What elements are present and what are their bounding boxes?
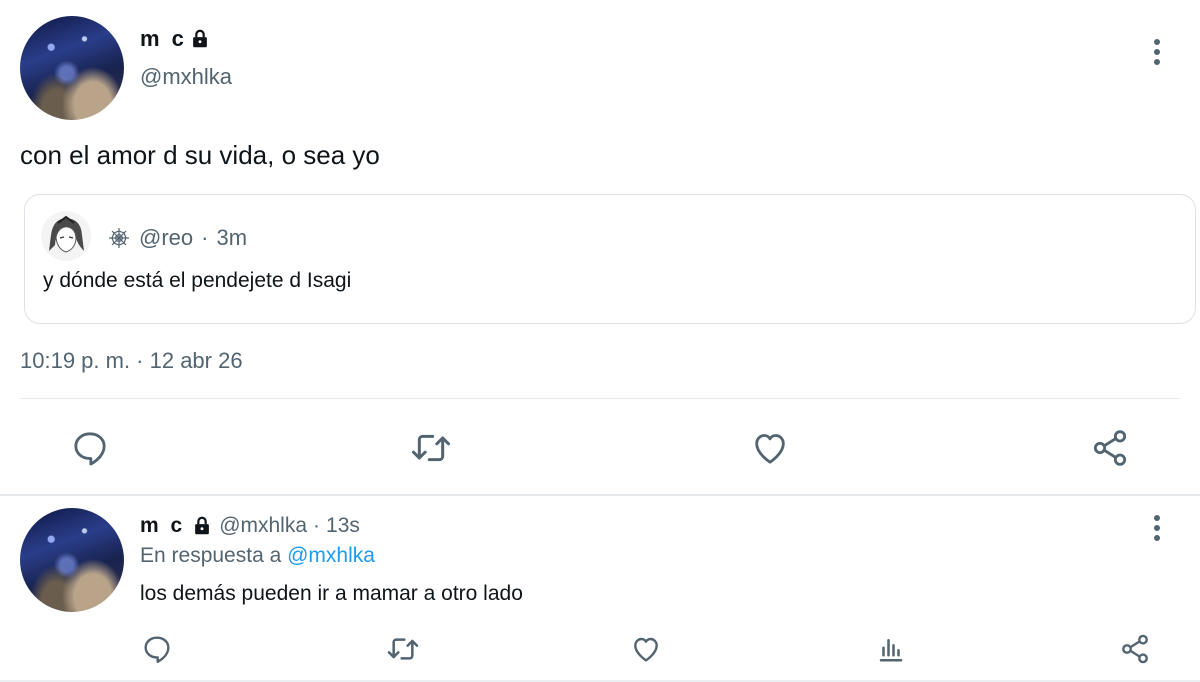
retweet-icon (387, 638, 419, 660)
divider (20, 398, 1180, 399)
reply-mention-link[interactable]: @mxhlka (287, 544, 375, 567)
reply-context: En respuesta a @mxhlka (140, 544, 375, 568)
share-button[interactable] (1118, 632, 1152, 666)
share-button[interactable] (1088, 426, 1132, 470)
retweet-button[interactable] (407, 426, 455, 470)
reply-icon (144, 636, 170, 663)
tweet-age: 13s (326, 514, 360, 537)
tweet-text: con el amor d su vida, o sea yo (20, 140, 380, 170)
avatar[interactable] (20, 508, 124, 612)
quote-meta: @reo · 3m (107, 225, 247, 251)
separator: · (313, 514, 321, 537)
handle[interactable]: @mxhlka (219, 514, 307, 538)
reply-icon (74, 432, 106, 466)
quote-text: y dónde está el pendejete d Isagi (43, 269, 352, 292)
handle[interactable]: @mxhlka (140, 64, 232, 90)
quote-age: 3m (216, 225, 248, 250)
section-separator (0, 494, 1200, 496)
tweet-timestamp[interactable]: 10:19 p. m. · 12 abr 26 (20, 348, 243, 374)
more-options-icon[interactable] (1153, 514, 1161, 542)
retweet-button[interactable] (384, 632, 422, 666)
share-icon (1093, 430, 1127, 466)
avatar[interactable] (20, 16, 124, 120)
reply-button[interactable] (140, 632, 174, 666)
like-button[interactable] (629, 632, 663, 666)
spider-web-icon (109, 228, 129, 248)
retweet-icon (412, 434, 450, 462)
reply-header: m c @mxhlka · 13s (140, 514, 360, 538)
separator: · (201, 225, 209, 250)
like-button[interactable] (748, 426, 792, 470)
display-name[interactable]: m c (140, 26, 211, 52)
quote-avatar (41, 211, 91, 261)
reply-prefix: En respuesta a (140, 544, 282, 567)
display-name[interactable]: m c (140, 514, 185, 538)
analytics-icon (879, 639, 903, 662)
like-icon (755, 434, 785, 464)
tweet-text: los demás pueden ir a mamar a otro lado (140, 582, 523, 605)
quoted-tweet[interactable]: @reo · 3m y dónde está el pendejete d Is… (24, 194, 1196, 324)
more-options-icon[interactable] (1153, 38, 1161, 66)
display-name-text: m c (140, 26, 187, 51)
analytics-button[interactable] (874, 632, 908, 666)
quote-handle: @reo (139, 225, 194, 250)
lock-icon (193, 29, 207, 48)
lock-icon (195, 516, 210, 535)
reply-button[interactable] (68, 426, 112, 470)
like-icon (634, 637, 658, 662)
share-icon (1122, 634, 1148, 664)
